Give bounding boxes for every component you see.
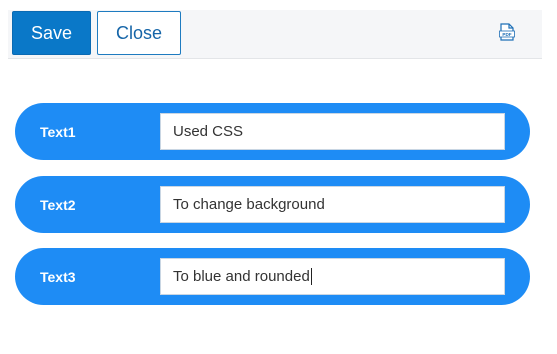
text-cursor (310, 268, 312, 285)
text2-input[interactable]: To change background (160, 186, 505, 223)
form-row-text2: Text2 To change background (15, 176, 530, 233)
text2-label: Text2 (40, 196, 76, 213)
text1-value: Used CSS (173, 123, 244, 140)
toolbar: Save Close PDF (8, 10, 542, 59)
save-button[interactable]: Save (12, 11, 91, 55)
close-button[interactable]: Close (97, 11, 181, 55)
text2-value: To change background (173, 196, 325, 213)
text3-input[interactable]: To blue and rounded (160, 258, 505, 295)
pdf-export-icon[interactable]: PDF (499, 23, 515, 41)
text3-label: Text3 (40, 268, 76, 285)
form-row-text1: Text1 Used CSS (15, 103, 530, 160)
svg-text:PDF: PDF (502, 32, 511, 37)
form-row-text3: Text3 To blue and rounded (15, 248, 530, 305)
text3-value: To blue and rounded (173, 268, 310, 285)
text1-label: Text1 (40, 123, 76, 140)
text1-input[interactable]: Used CSS (160, 113, 505, 150)
